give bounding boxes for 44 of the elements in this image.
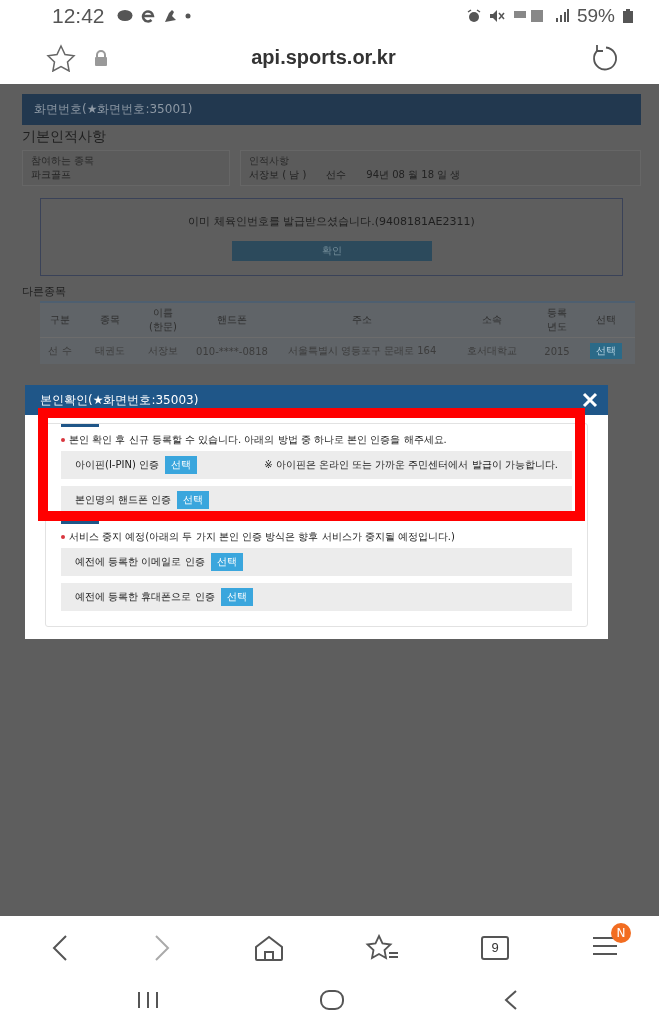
dot-icon xyxy=(184,12,191,19)
alarm-icon xyxy=(466,8,481,23)
option-label: 예전에 등록한 이메일로 인증 xyxy=(75,555,205,570)
lock-icon xyxy=(94,49,108,66)
option-label: 예전에 등록한 휴대폰으로 인증 xyxy=(75,590,215,605)
battery-icon xyxy=(623,8,633,23)
table-title: 다른종목 xyxy=(22,284,67,300)
url-text[interactable]: api.sports.or.kr xyxy=(126,46,521,70)
battery-percent: 59% xyxy=(576,4,615,27)
browser-e-icon xyxy=(140,8,155,23)
section-notice: 본인 확인 후 신규 등록할 수 있습니다. 아래의 방법 중 하나로 본인 인증을 해주세요. xyxy=(69,433,447,448)
section-tab-line xyxy=(61,424,99,428)
page-header-bar: 화면번호(★화면번호:35001) xyxy=(22,94,641,126)
mute-icon xyxy=(488,8,505,23)
home-icon[interactable] xyxy=(253,934,284,961)
bookmarks-icon[interactable] xyxy=(365,933,400,962)
section-tab-line xyxy=(61,521,99,525)
status-time: 12:42 xyxy=(52,3,105,28)
back-icon[interactable] xyxy=(50,933,70,962)
select-button[interactable]: 선택 xyxy=(220,588,253,607)
bullet-icon xyxy=(61,535,65,540)
back-button-icon[interactable] xyxy=(503,988,519,1011)
signal-icon xyxy=(554,9,569,23)
select-button[interactable]: 선택 xyxy=(177,491,210,510)
select-button[interactable]: 선택 xyxy=(165,456,197,475)
star-icon[interactable] xyxy=(46,43,76,72)
confirm-button[interactable]: 확인 xyxy=(231,240,432,261)
tabs-button[interactable]: 9 xyxy=(481,935,510,960)
option-label: 본인명의 핸드폰 인증 xyxy=(75,493,172,508)
option-note: ※ 아이핀은 온라인 또는 가까운 주민센터에서 발급이 가능합니다. xyxy=(264,458,558,473)
section-title: 기본인적사항 xyxy=(22,128,107,147)
section-notice: 서비스 중지 예정(아래의 두 가지 본인 인증 방식은 향후 서비스가 중지될 예정입니다.) xyxy=(69,530,455,545)
menu-badge: N xyxy=(611,922,631,943)
recent-apps-icon[interactable] xyxy=(136,989,160,1010)
notice-message: 이미 체육인번호를 발급받으셨습니다.(9408181AE2311) xyxy=(188,213,475,229)
close-icon[interactable] xyxy=(582,392,598,409)
bullet-icon xyxy=(61,438,65,443)
menu-icon[interactable] xyxy=(591,934,619,957)
option-label: 아이핀(I-PIN) 인증 xyxy=(75,458,159,473)
select-button[interactable]: 선택 xyxy=(589,343,622,360)
home-button-icon[interactable] xyxy=(318,988,345,1011)
select-button[interactable]: 선택 xyxy=(210,553,243,572)
chat-icon xyxy=(116,9,133,22)
modal-title: 본인확인(★화면번호:35003) xyxy=(40,391,199,409)
